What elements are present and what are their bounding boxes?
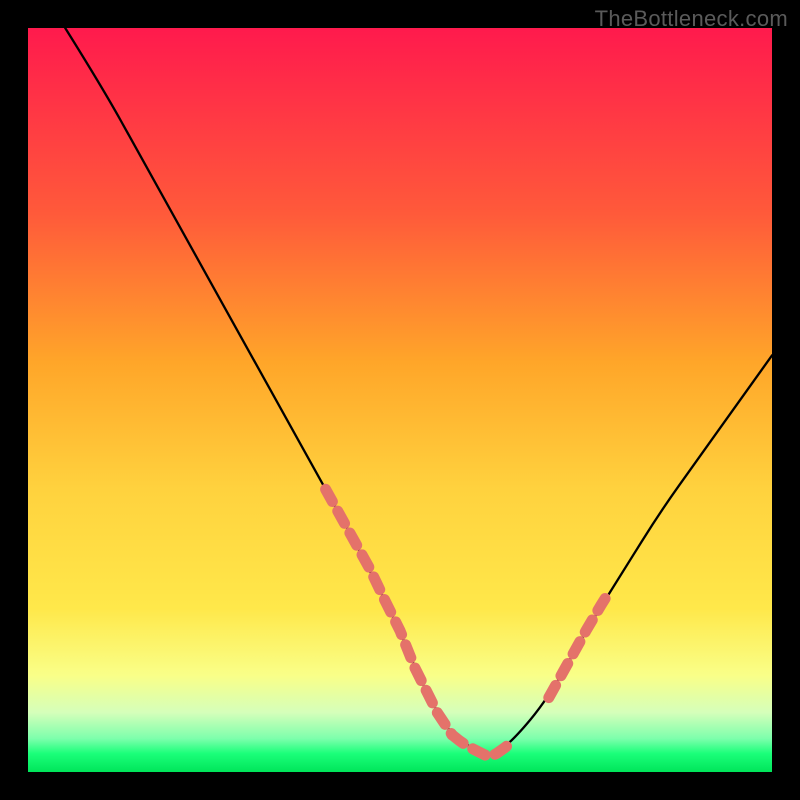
chart-stage: TheBottleneck.com	[0, 0, 800, 800]
gradient-background	[28, 28, 772, 772]
watermark-text: TheBottleneck.com	[595, 6, 788, 32]
plot-area	[28, 28, 772, 772]
chart-svg	[28, 28, 772, 772]
